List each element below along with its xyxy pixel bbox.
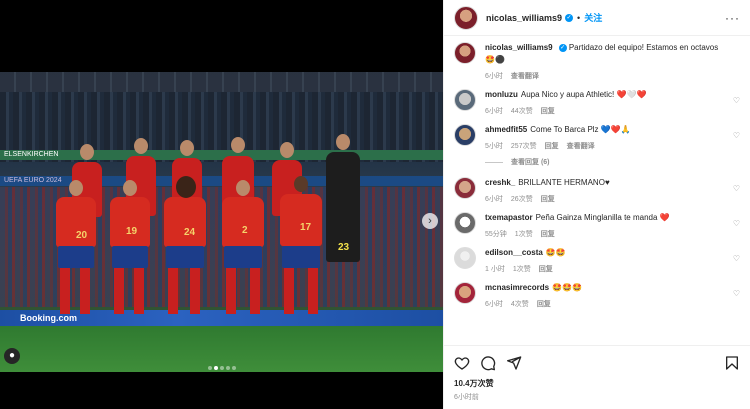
author-avatar[interactable]: [454, 5, 478, 30]
reply-button[interactable]: 回复: [539, 266, 553, 273]
caption-emoji: 🤩⚫: [485, 55, 505, 64]
comment-time: 1 小时: [485, 266, 505, 273]
comment-likes[interactable]: 4次赞: [511, 301, 529, 308]
comment-time: 55分钟: [485, 231, 507, 238]
like-heart-icon[interactable]: [454, 355, 470, 371]
caption-author[interactable]: nicolas_williams9: [485, 43, 553, 52]
comment-emoji: 💙❤️🙏: [600, 125, 631, 134]
comment-emoji: ♥: [604, 178, 610, 187]
comment: creshk_ BRILLANTE HERMANO♥ 6小时 26次赞 回复 ♡: [454, 177, 740, 204]
commenter-avatar[interactable]: [454, 89, 476, 111]
post-time: 6小时前: [454, 394, 479, 401]
post-media: ELSENKIRCHEN UEFA EURO 2024 Booking.com …: [0, 0, 443, 409]
team-photo: ELSENKIRCHEN UEFA EURO 2024 Booking.com …: [0, 72, 443, 372]
commenter-name[interactable]: mcnasimrecords: [485, 283, 549, 292]
translate-button[interactable]: 查看翻译: [567, 143, 595, 150]
commenter-avatar[interactable]: [454, 124, 476, 146]
comment-bubble-icon[interactable]: [480, 355, 496, 371]
carousel-dots: [0, 357, 443, 375]
comment-text: Aupa Nico y aupa Athletic!: [520, 90, 615, 99]
commenter-name[interactable]: edilson__costa: [485, 248, 543, 257]
comment-likes[interactable]: 257次赞: [511, 143, 537, 150]
verified-badge-icon: ✓: [565, 13, 574, 22]
carousel-dot[interactable]: [207, 366, 212, 370]
carousel-dot[interactable]: [231, 366, 236, 370]
carousel-dot[interactable]: [213, 366, 218, 370]
commenter-avatar[interactable]: [454, 177, 476, 199]
commenter-name[interactable]: txemapastor: [485, 213, 533, 222]
comment-text: Come To Barca Plz: [530, 125, 599, 134]
comment-emoji: ❤️: [659, 213, 670, 222]
commenter-name[interactable]: creshk_: [485, 178, 515, 187]
comment-likes[interactable]: 44次赞: [511, 108, 533, 115]
reply-button[interactable]: 回复: [541, 108, 555, 115]
comment-time: 6小时: [485, 196, 503, 203]
comment-time: 6小时: [485, 301, 503, 308]
author-avatar[interactable]: [454, 42, 476, 64]
reply-button[interactable]: 回复: [541, 196, 555, 203]
post-header: nicolas_williams9 ✓ • 关注 ···: [444, 0, 750, 36]
carousel-dot[interactable]: [219, 366, 224, 370]
carousel-dot[interactable]: [225, 366, 230, 370]
comment-time: 5小时: [485, 143, 503, 150]
like-comment-icon[interactable]: ♡: [733, 289, 740, 298]
carousel-next-button[interactable]: ›: [422, 213, 438, 229]
like-comment-icon[interactable]: ♡: [733, 184, 740, 193]
author-name[interactable]: nicolas_williams9: [486, 13, 562, 23]
comment-likes[interactable]: 1次赞: [513, 266, 531, 273]
verified-badge-icon: ✓: [558, 43, 567, 52]
comment-likes[interactable]: 26次赞: [511, 196, 533, 203]
reply-button[interactable]: 回复: [545, 143, 559, 150]
translate-button[interactable]: 查看翻译: [511, 73, 539, 80]
save-bookmark-icon[interactable]: [724, 355, 740, 371]
tagged-user-icon[interactable]: ●: [4, 348, 20, 364]
comment: monluzu Aupa Nico y aupa Athletic! ❤️🤍❤️ …: [454, 89, 740, 116]
comment-text: BRILLANTE HERMANO: [518, 178, 605, 187]
commenter-avatar[interactable]: [454, 212, 476, 234]
comment-time: 6小时: [485, 108, 503, 115]
likes-count[interactable]: 10.4万次赞: [454, 378, 740, 389]
comment-emoji: 🤩🤩: [545, 248, 566, 257]
like-comment-icon[interactable]: ♡: [733, 219, 740, 228]
like-comment-icon[interactable]: ♡: [733, 131, 740, 140]
stadium-banner: ELSENKIRCHEN: [0, 150, 443, 160]
commenter-name[interactable]: ahmedfit55: [485, 125, 527, 134]
more-options-icon[interactable]: ···: [725, 11, 740, 25]
follow-button[interactable]: 关注: [584, 11, 602, 24]
view-replies-button[interactable]: 查看回复 (6): [485, 157, 740, 167]
commenter-avatar[interactable]: [454, 247, 476, 269]
caption-text: Partidazo del equipo! Estamos en octavos: [568, 43, 719, 52]
comment-likes[interactable]: 1次赞: [515, 231, 533, 238]
comment: edilson__costa 🤩🤩 1 小时 1次赞 回复 ♡: [454, 247, 740, 274]
post-actions: 10.4万次赞 6小时前: [444, 345, 750, 409]
comment-text: Peña Gainza Minglanilla te manda: [535, 213, 658, 222]
like-comment-icon[interactable]: ♡: [733, 254, 740, 263]
reply-button[interactable]: 回复: [541, 231, 555, 238]
post-panel: nicolas_williams9 ✓ • 关注 ··· nicolas_wil…: [443, 0, 750, 409]
caption: nicolas_williams9 ✓ Partidazo del equipo!…: [454, 42, 740, 81]
comment: ahmedfit55 Come To Barca Plz 💙❤️🙏 5小时 257次…: [454, 124, 740, 151]
comment: mcnasimrecords 🤩🤩🤩 6小时 4次赞 回复 ♡: [454, 282, 740, 309]
comment-emoji: 🤩🤩🤩: [552, 283, 582, 292]
comment: txemapastor Peña Gainza Minglanilla te ma…: [454, 212, 740, 239]
commenter-name[interactable]: monluzu: [485, 90, 518, 99]
view-replies-label: 查看回复 (6): [511, 159, 550, 166]
reply-button[interactable]: 回复: [537, 301, 551, 308]
comment-emoji: ❤️🤍❤️: [616, 90, 647, 99]
share-send-icon[interactable]: [506, 355, 522, 371]
commenter-avatar[interactable]: [454, 282, 476, 304]
caption-time: 6小时: [485, 73, 503, 80]
like-comment-icon[interactable]: ♡: [733, 96, 740, 105]
comments-list: nicolas_williams9 ✓ Partidazo del equipo!…: [444, 36, 750, 345]
